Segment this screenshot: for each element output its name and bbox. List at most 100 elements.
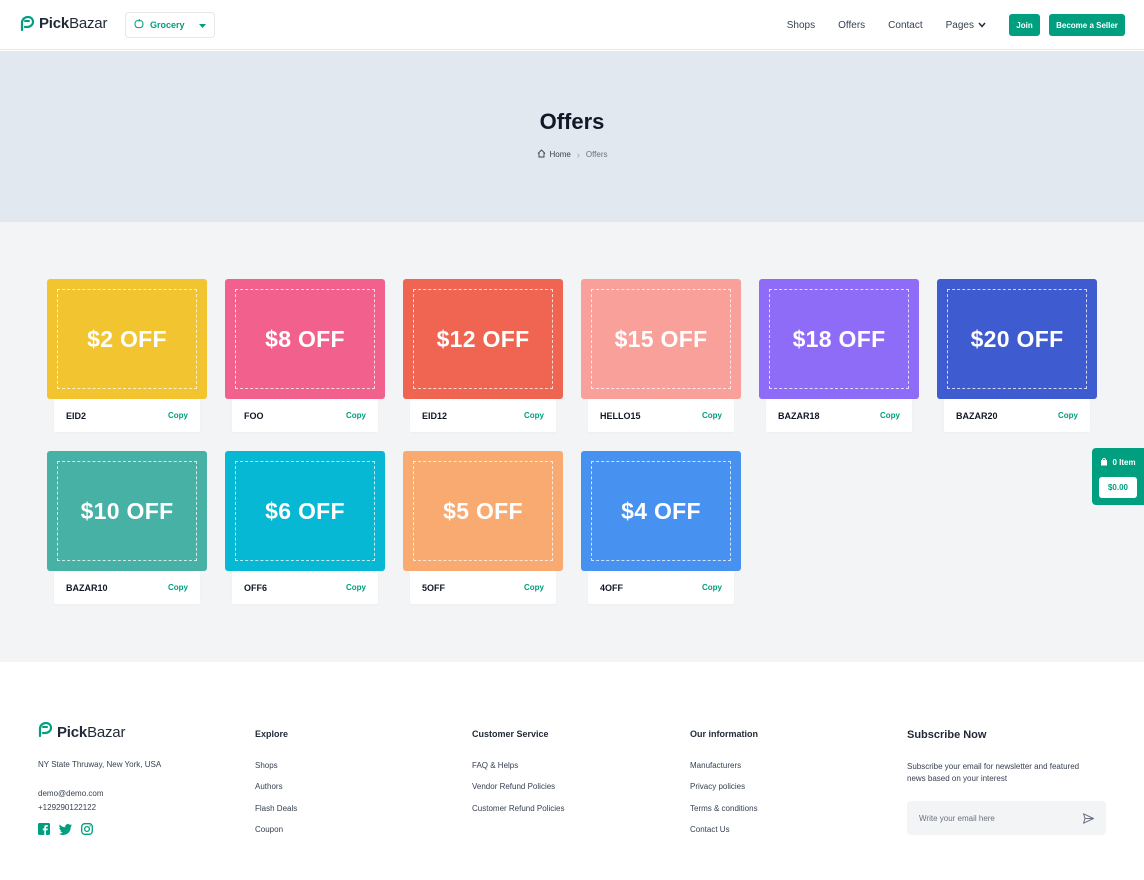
- coupon-code-row: EID12 Copy: [410, 399, 556, 432]
- coupon-card: $15 OFF HELLO15 Copy: [581, 279, 741, 433]
- footer-address: NY State Thruway, New York, USA: [38, 760, 162, 769]
- chevron-down-icon: [978, 20, 986, 31]
- nav-shops[interactable]: Shops: [787, 20, 815, 31]
- coupon-discount: $4 OFF: [621, 497, 701, 524]
- footer-phone: +129290122122: [38, 803, 97, 812]
- coupon-discount: $12 OFF: [436, 325, 530, 352]
- coupon-card: $4 OFF 4OFF Copy: [581, 451, 741, 605]
- site-footer: PickBazar NY State Thruway, New York, US…: [0, 662, 1144, 880]
- coupon-discount: $15 OFF: [614, 325, 708, 352]
- join-button[interactable]: Join: [1009, 14, 1040, 36]
- coupon-code: 5OFF: [422, 582, 446, 593]
- footer-link-manufacturers[interactable]: Manufacturers: [690, 761, 741, 770]
- coupon-dashed-frame: $20 OFF: [947, 289, 1087, 389]
- coupon-discount: $20 OFF: [970, 325, 1064, 352]
- footer-link-terms[interactable]: Terms & conditions: [690, 804, 758, 813]
- subscribe-form: [907, 801, 1106, 835]
- coupon-discount: $8 OFF: [265, 325, 345, 352]
- coupon-discount: $10 OFF: [80, 497, 174, 524]
- coupon-code-row: BAZAR10 Copy: [54, 571, 200, 604]
- copy-button[interactable]: Copy: [702, 583, 722, 592]
- coupon-code-row: EID2 Copy: [54, 399, 200, 432]
- coupon-banner: $8 OFF: [225, 279, 385, 399]
- coupon-banner: $2 OFF: [47, 279, 207, 399]
- footer-logo[interactable]: PickBazar: [38, 721, 126, 743]
- copy-button[interactable]: Copy: [168, 411, 188, 420]
- footer-link-vendor-refund[interactable]: Vendor Refund Policies: [472, 782, 555, 791]
- coupon-card: $5 OFF 5OFF Copy: [403, 451, 563, 605]
- coupon-banner: $5 OFF: [403, 451, 563, 571]
- coupon-code: BAZAR10: [66, 582, 108, 593]
- cart-widget[interactable]: 0 Item $0.00: [1092, 448, 1144, 505]
- footer-logo-text: PickBazar: [57, 724, 126, 741]
- coupon-banner: $10 OFF: [47, 451, 207, 571]
- footer-link-privacy[interactable]: Privacy policies: [690, 782, 745, 791]
- coupon-code-row: 4OFF Copy: [588, 571, 734, 604]
- footer-link-shops[interactable]: Shops: [255, 761, 278, 770]
- breadcrumb-home[interactable]: Home: [537, 149, 571, 160]
- copy-button[interactable]: Copy: [1058, 411, 1078, 420]
- nav-pages[interactable]: Pages: [946, 20, 986, 31]
- coupon-card: $10 OFF BAZAR10 Copy: [47, 451, 207, 605]
- copy-button[interactable]: Copy: [346, 411, 366, 420]
- coupon-dashed-frame: $4 OFF: [591, 461, 731, 561]
- copy-button[interactable]: Copy: [880, 411, 900, 420]
- shopping-bag-icon: [1100, 457, 1108, 468]
- leaf-logo-icon: [20, 15, 34, 32]
- twitter-icon[interactable]: [59, 822, 72, 840]
- coupon-code-row: OFF6 Copy: [232, 571, 378, 604]
- coupon-card: $2 OFF EID2 Copy: [47, 279, 207, 433]
- footer-link-authors[interactable]: Authors: [255, 782, 283, 791]
- coupon-code-row: FOO Copy: [232, 399, 378, 432]
- copy-button[interactable]: Copy: [524, 583, 544, 592]
- cart-total: $0.00: [1099, 477, 1137, 498]
- coupon-dashed-frame: $12 OFF: [413, 289, 553, 389]
- coupon-code: 4OFF: [600, 582, 624, 593]
- copy-button[interactable]: Copy: [524, 411, 544, 420]
- caret-down-icon: [199, 16, 206, 34]
- footer-link-customer-refund[interactable]: Customer Refund Policies: [472, 804, 564, 813]
- coupon-code: BAZAR18: [778, 410, 820, 421]
- breadcrumb-home-label: Home: [549, 150, 571, 159]
- page-title: Offers: [539, 109, 605, 134]
- coupon-code-row: 5OFF Copy: [410, 571, 556, 604]
- footer-link-faq[interactable]: FAQ & Helps: [472, 761, 518, 770]
- nav-offers[interactable]: Offers: [838, 20, 865, 31]
- coupon-code: EID12: [422, 410, 448, 421]
- coupon-banner: $6 OFF: [225, 451, 385, 571]
- send-icon[interactable]: [1083, 812, 1094, 824]
- coupon-code: OFF6: [244, 582, 268, 593]
- footer-link-contact-us[interactable]: Contact Us: [690, 825, 730, 834]
- coupon-card: $8 OFF FOO Copy: [225, 279, 385, 433]
- coupon-banner: $12 OFF: [403, 279, 563, 399]
- copy-button[interactable]: Copy: [168, 583, 188, 592]
- coupon-discount: $6 OFF: [265, 497, 345, 524]
- header-logo[interactable]: PickBazar: [20, 15, 107, 32]
- subscribe-title: Subscribe Now: [907, 729, 987, 741]
- footer-link-coupon[interactable]: Coupon: [255, 825, 283, 834]
- chevron-right-icon: ›: [576, 149, 580, 160]
- nav-pages-label: Pages: [945, 19, 974, 31]
- coupon-code: BAZAR20: [956, 410, 998, 421]
- coupon-code-row: BAZAR20 Copy: [944, 399, 1090, 432]
- nav-contact[interactable]: Contact: [888, 20, 922, 31]
- become-seller-button[interactable]: Become a Seller: [1049, 14, 1125, 36]
- subscribe-description: Subscribe your email for newsletter and …: [907, 762, 1080, 783]
- instagram-icon[interactable]: [81, 822, 93, 840]
- copy-button[interactable]: Copy: [346, 583, 366, 592]
- footer-email: demo@demo.com: [38, 789, 104, 798]
- coupon-code: HELLO15: [600, 410, 641, 421]
- coupon-dashed-frame: $2 OFF: [57, 289, 197, 389]
- logo-text: PickBazar: [39, 15, 108, 32]
- cart-count: 0 Item: [1092, 457, 1144, 468]
- subscribe-email-input[interactable]: [919, 813, 1083, 823]
- footer-link-flash-deals[interactable]: Flash Deals: [255, 804, 297, 813]
- footer-explore-title: Explore: [255, 729, 289, 739]
- site-header: PickBazar Grocery Shops Offers Contact P…: [0, 0, 1144, 50]
- leaf-logo-icon: [38, 721, 53, 743]
- category-select[interactable]: Grocery: [125, 12, 215, 38]
- coupon-card: $20 OFF BAZAR20 Copy: [937, 279, 1097, 433]
- coupon-dashed-frame: $8 OFF: [235, 289, 375, 389]
- copy-button[interactable]: Copy: [702, 411, 722, 420]
- facebook-icon[interactable]: [38, 822, 50, 840]
